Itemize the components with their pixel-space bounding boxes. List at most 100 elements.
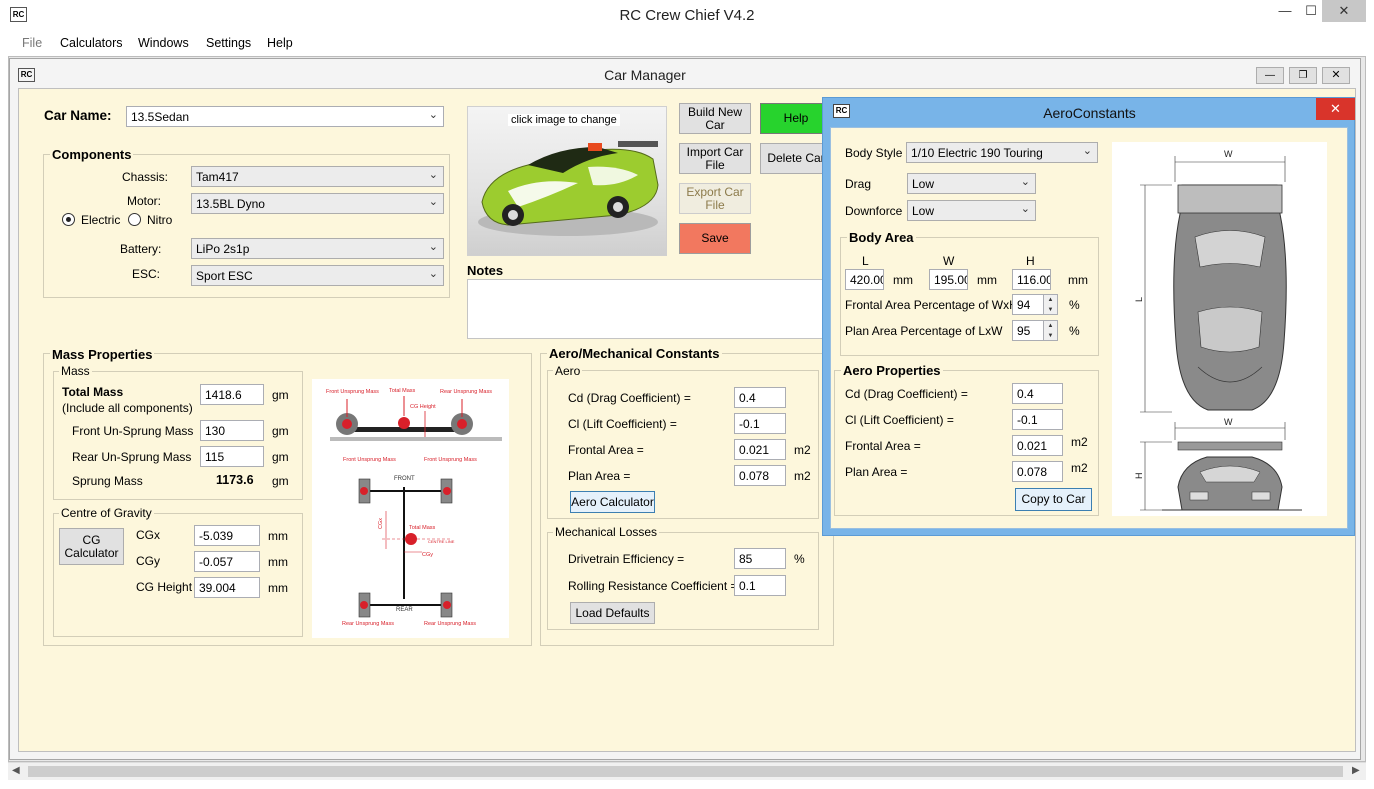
- electric-radio[interactable]: [62, 213, 75, 226]
- import-car-file-button[interactable]: Import Car File: [679, 143, 751, 174]
- body-l-input[interactable]: 420.00: [845, 269, 884, 290]
- car-body-drawing: W L W H: [1134, 149, 1302, 511]
- scroll-thumb[interactable]: [28, 766, 1343, 777]
- body-w-input[interactable]: 195.00: [929, 269, 968, 290]
- drag-select[interactable]: Low ⌄: [907, 173, 1036, 194]
- cl-label: Cl (Lift Coefficient) =: [568, 417, 677, 431]
- aero-plan-input[interactable]: 0.078: [1012, 461, 1063, 482]
- cg-group-title: Centre of Gravity: [59, 506, 154, 520]
- chevron-down-icon: ⌄: [428, 268, 438, 280]
- body-style-select[interactable]: 1/10 Electric 190 Touring ⌄: [906, 142, 1098, 163]
- drivetrain-input[interactable]: 85: [734, 548, 786, 569]
- aero-cd-input[interactable]: 0.4: [1012, 383, 1063, 404]
- downforce-select[interactable]: Low ⌄: [907, 200, 1036, 221]
- app-title-bar: RC RC Crew Chief V4.2 — ☐ ✕: [0, 0, 1374, 32]
- aero-frontal-unit: m2: [1071, 435, 1088, 449]
- copy-to-car-button[interactable]: Copy to Car: [1015, 488, 1092, 511]
- aero-close-button[interactable]: ✕: [1316, 98, 1355, 120]
- horizontal-scrollbar[interactable]: ◀ ▶: [8, 762, 1366, 780]
- plan-pct-spinner[interactable]: ▲ ▼: [1044, 320, 1058, 341]
- front-unsprung-input[interactable]: 130: [200, 420, 264, 441]
- car-name-select[interactable]: 13.5Sedan ⌄: [126, 106, 444, 127]
- dim-w-front-label: W: [1224, 417, 1233, 427]
- cd-input[interactable]: 0.4: [734, 387, 786, 408]
- rear-unsprung-unit: gm: [272, 450, 289, 464]
- cl-input[interactable]: -0.1: [734, 413, 786, 434]
- frontal-pct-spinner[interactable]: ▲ ▼: [1044, 294, 1058, 315]
- body-area-group: [840, 237, 1099, 356]
- motor-select[interactable]: 13.5BL Dyno ⌄: [191, 193, 444, 214]
- cg-height-input[interactable]: 39.004: [194, 577, 260, 598]
- build-new-car-button[interactable]: Build New Car: [679, 103, 751, 134]
- chevron-down-icon: ⌄: [1020, 203, 1030, 215]
- menu-file[interactable]: File: [22, 36, 42, 50]
- aero-mech-title: Aero/Mechanical Constants: [547, 346, 722, 361]
- aero-cl-input[interactable]: -0.1: [1012, 409, 1063, 430]
- scroll-right-icon[interactable]: ▶: [1352, 765, 1360, 776]
- menu-bar: File Calculators Windows Settings Help: [8, 32, 1366, 56]
- cgx-input[interactable]: -5.039: [194, 525, 260, 546]
- diagram-cg-height-label: CG Height: [410, 404, 436, 410]
- sprung-mass-value: 1173.6: [216, 473, 254, 487]
- child-restore-icon[interactable]: ❐: [1289, 67, 1317, 84]
- downforce-label: Downforce: [845, 204, 903, 218]
- export-car-file-button[interactable]: Export Car File: [679, 183, 751, 214]
- body-l-unit: mm: [893, 273, 913, 287]
- diagram-cgx-label: CGx: [378, 518, 384, 529]
- cgy-input[interactable]: -0.057: [194, 551, 260, 572]
- chevron-down-icon: ⌄: [1020, 176, 1030, 188]
- aero-plan-unit: m2: [1071, 461, 1088, 475]
- aero-frontal-label: Frontal Area =: [845, 439, 921, 453]
- dim-h-label: H: [1134, 473, 1144, 480]
- body-h-input[interactable]: 116.00: [1012, 269, 1051, 290]
- cgx-unit: mm: [268, 529, 288, 543]
- cgy-label: CGy: [136, 554, 160, 568]
- child-close-icon[interactable]: ✕: [1322, 67, 1350, 84]
- aero-frontal-input[interactable]: 0.021: [1012, 435, 1063, 456]
- plan-pct-input[interactable]: 95: [1012, 320, 1044, 341]
- rolling-input[interactable]: 0.1: [734, 575, 786, 596]
- motor-label: Motor:: [127, 194, 162, 208]
- save-button[interactable]: Save: [679, 223, 751, 254]
- chassis-select[interactable]: Tam417 ⌄: [191, 166, 444, 187]
- drivetrain-label: Drivetrain Efficiency =: [568, 552, 685, 566]
- close-button[interactable]: ✕: [1322, 0, 1366, 22]
- cg-diagram: Front Unsprung Mass Total Mass Rear Unsp…: [312, 379, 509, 638]
- dim-w-top-label: W: [1224, 149, 1233, 159]
- frontal-area-input[interactable]: 0.021: [734, 439, 786, 460]
- frontal-area-label: Frontal Area =: [568, 443, 644, 457]
- diagram-centre-line-label: CENTRE LINE: [428, 539, 455, 544]
- frontal-area-unit: m2: [794, 443, 811, 457]
- sprung-mass-unit: gm: [272, 474, 289, 488]
- plan-pct-label: Plan Area Percentage of LxW: [845, 324, 1003, 338]
- nitro-radio[interactable]: [128, 213, 141, 226]
- menu-settings[interactable]: Settings: [206, 36, 251, 50]
- chassis-label: Chassis:: [122, 170, 169, 184]
- menu-help[interactable]: Help: [267, 36, 293, 50]
- chevron-down-icon: ⌄: [428, 169, 438, 181]
- diagram-rear-unsprung-left-label: Rear Unsprung Mass: [342, 621, 394, 627]
- menu-calculators[interactable]: Calculators: [60, 36, 123, 50]
- diagram-front-unsprung-label: Front Unsprung Mass: [326, 389, 379, 395]
- diagram-total-mass-top-label: Total Mass: [409, 525, 436, 531]
- frontal-pct-input[interactable]: 94: [1012, 294, 1044, 315]
- plan-area-input[interactable]: 0.078: [734, 465, 786, 486]
- minimize-icon[interactable]: —: [1270, 0, 1300, 22]
- cg-diagram-drawing: Front Unsprung Mass Total Mass Rear Unsp…: [326, 388, 502, 627]
- car-image[interactable]: click image to change: [467, 106, 667, 256]
- maximize-icon[interactable]: ☐: [1302, 0, 1320, 22]
- diagram-rear-unsprung-right-label: Rear Unsprung Mass: [424, 621, 476, 627]
- battery-select[interactable]: LiPo 2s1p ⌄: [191, 238, 444, 259]
- notes-textarea[interactable]: [467, 279, 827, 339]
- esc-select[interactable]: Sport ESC ⌄: [191, 265, 444, 286]
- child-minimize-icon[interactable]: —: [1256, 67, 1284, 84]
- load-defaults-button[interactable]: Load Defaults: [570, 602, 655, 624]
- aero-calculator-button[interactable]: Aero Calculator: [570, 491, 655, 513]
- menu-windows[interactable]: Windows: [138, 36, 189, 50]
- cg-calculator-button[interactable]: CG Calculator: [59, 528, 124, 565]
- aero-window-title: AeroConstants: [1043, 105, 1136, 121]
- cgx-label: CGx: [136, 528, 160, 542]
- rear-unsprung-input[interactable]: 115: [200, 446, 264, 467]
- scroll-left-icon[interactable]: ◀: [12, 765, 20, 776]
- total-mass-input[interactable]: 1418.6: [200, 384, 264, 405]
